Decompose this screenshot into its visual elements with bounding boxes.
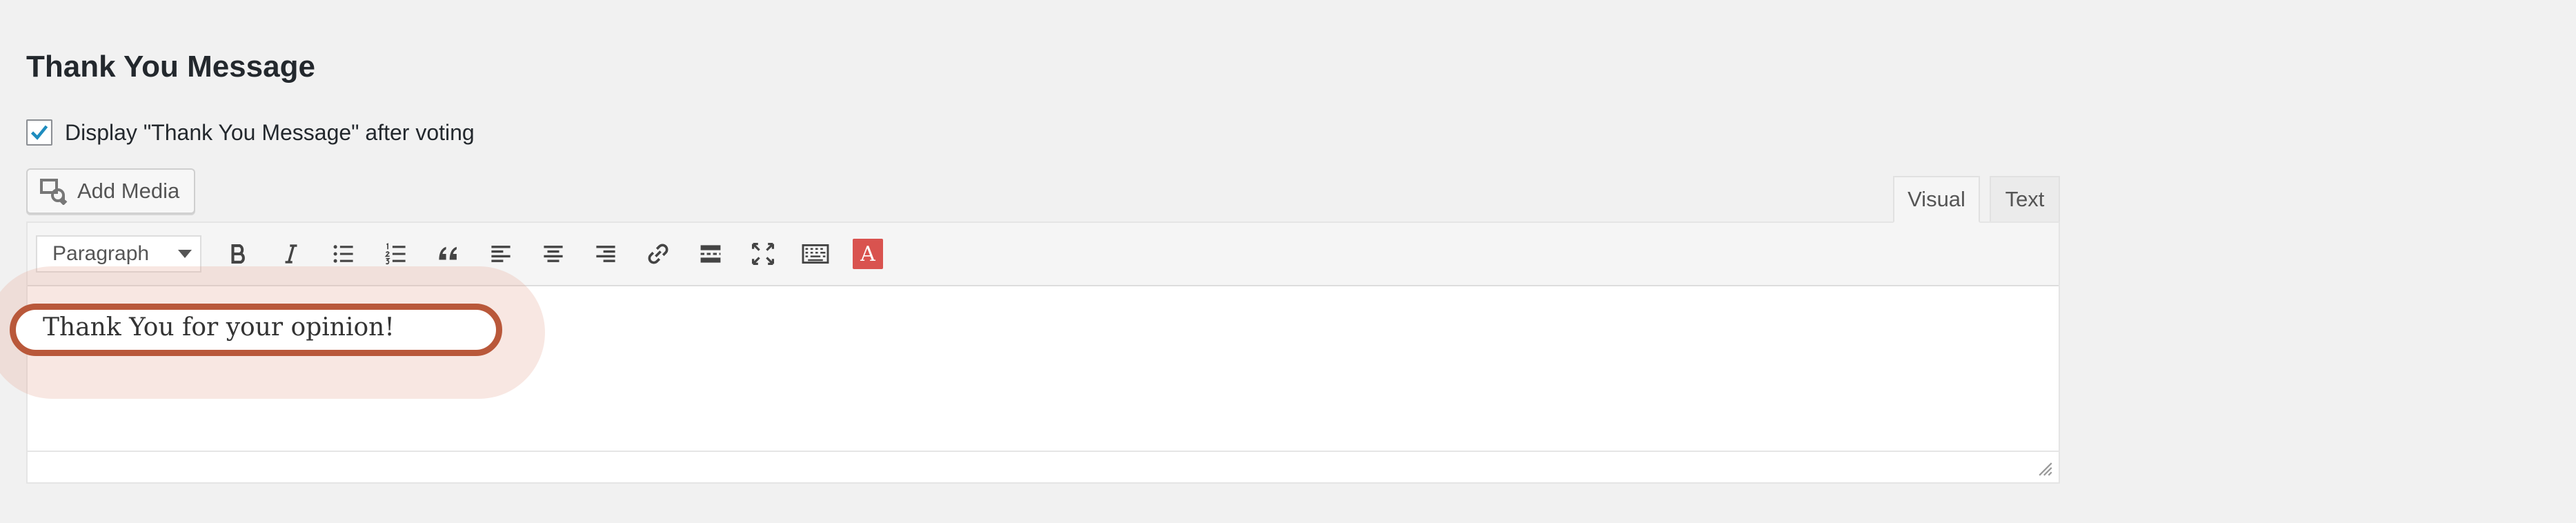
display-thank-you-label: Display "Thank You Message" after voting: [65, 119, 475, 145]
editor-status-bar: [28, 451, 2059, 481]
chevron-down-icon: [178, 250, 192, 258]
blockquote-icon: [439, 246, 457, 260]
display-thank-you-checkbox[interactable]: [26, 119, 52, 146]
add-media-button[interactable]: Add Media: [26, 168, 195, 214]
italic-icon: [285, 244, 297, 264]
toolbar-toggle-button[interactable]: [796, 235, 835, 273]
tab-text[interactable]: Text: [1990, 176, 2060, 223]
toolbar-toggle-icon: [802, 244, 829, 264]
link-button[interactable]: [639, 235, 677, 273]
align-right-button[interactable]: [586, 235, 625, 273]
align-center-button[interactable]: [534, 235, 573, 273]
fullscreen-icon: [751, 242, 775, 266]
media-icon: [40, 179, 68, 205]
text-color-icon: A: [853, 239, 883, 269]
text-color-button[interactable]: A: [849, 235, 887, 273]
format-select-value: Paragraph: [52, 242, 150, 265]
editor-content-text[interactable]: Thank You for your opinion!: [43, 313, 395, 342]
resize-handle-icon[interactable]: [2038, 462, 2053, 477]
add-media-label: Add Media: [77, 179, 180, 203]
text-color-glyph: A: [860, 241, 875, 266]
tab-visual[interactable]: Visual: [1893, 176, 1980, 223]
fullscreen-button[interactable]: [744, 235, 782, 273]
align-right-icon: [596, 246, 615, 262]
section-title: Thank You Message: [26, 50, 315, 83]
align-left-icon: [491, 246, 511, 262]
bold-icon: [231, 244, 245, 264]
display-thank-you-row: Display "Thank You Message" after voting: [26, 117, 475, 148]
read-more-icon: [700, 245, 721, 263]
numbered-list-icon: [384, 243, 406, 265]
align-center-icon: [544, 246, 563, 262]
link-icon: [648, 244, 668, 264]
read-more-button[interactable]: [691, 235, 730, 273]
bullet-list-icon: [333, 245, 353, 263]
checkmark-icon: [30, 125, 48, 140]
